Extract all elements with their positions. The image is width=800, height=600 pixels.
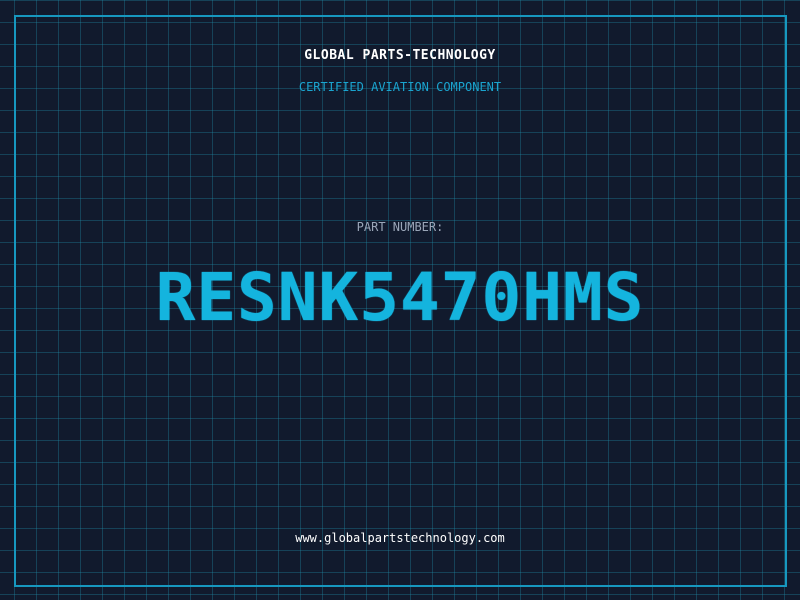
part-number-label: PART NUMBER: [356, 220, 444, 234]
part-number-value: RESNK5470HMS [155, 259, 645, 336]
website-url: www.globalpartstechnology.com [295, 531, 505, 545]
tagline: CERTIFIED AVIATION COMPONENT [298, 80, 502, 94]
company-name: GLOBAL PARTS-TECHNOLOGY [304, 48, 496, 63]
